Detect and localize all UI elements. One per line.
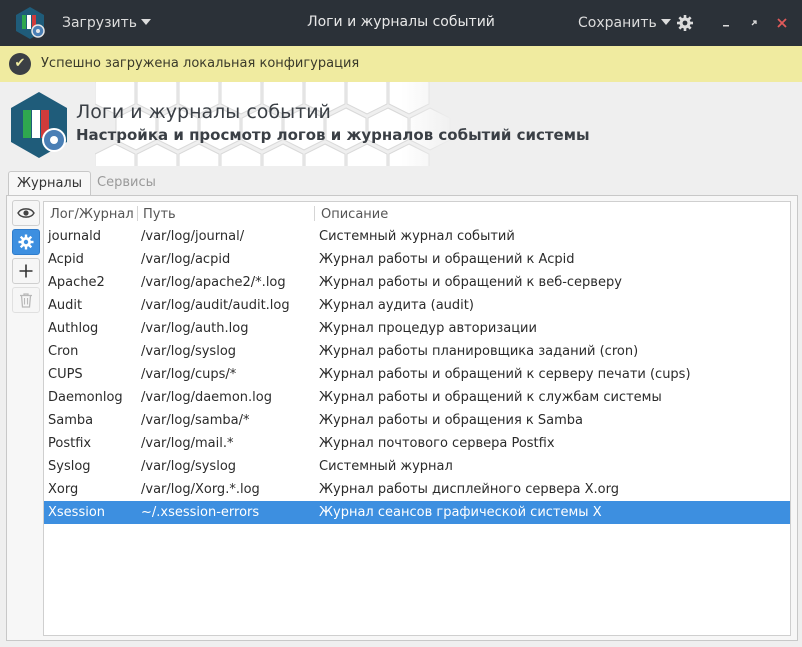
row-name: Syslog bbox=[48, 459, 91, 474]
module-header: Логи и журналы событий Настройка и просм… bbox=[0, 82, 802, 166]
row-description: Системный журнал bbox=[319, 459, 453, 474]
save-menu[interactable]: Сохранить bbox=[578, 15, 671, 31]
row-description: Журнал почтового сервера Postfix bbox=[319, 436, 555, 451]
table-row[interactable]: Acpid /var/log/acpid Журнал работы и обр… bbox=[44, 248, 790, 271]
row-path: /var/log/syslog bbox=[141, 344, 237, 359]
logs-table: Лог/Журнал Путь Описание journald /var/l… bbox=[43, 201, 791, 636]
row-description: Журнал работы дисплейного сервера X.org bbox=[319, 482, 619, 497]
maximize-button[interactable] bbox=[744, 13, 764, 33]
gear-icon bbox=[677, 15, 693, 31]
row-description: Журнал работы и обращений к службам сист… bbox=[319, 390, 662, 405]
row-path: /var/log/daemon.log bbox=[141, 390, 272, 405]
delete-log-button[interactable] bbox=[12, 287, 40, 313]
notification-text: Успешно загружена локальная конфигурация bbox=[41, 56, 360, 71]
row-path: /var/log/Xorg.*.log bbox=[141, 482, 260, 497]
add-log-button[interactable] bbox=[12, 258, 40, 284]
row-description: Журнал работы и обращений к Acpid bbox=[319, 252, 575, 267]
notification-bar: ✔ Успешно загружена локальная конфигурац… bbox=[0, 46, 802, 83]
view-log-button[interactable] bbox=[12, 200, 40, 226]
table-row[interactable]: Apache2 /var/log/apache2/*.log Журнал ра… bbox=[44, 271, 790, 294]
page-title: Логи и журналы событий bbox=[76, 101, 331, 123]
row-name: Xsession bbox=[48, 505, 106, 520]
row-path: ~/.xsession-errors bbox=[141, 505, 260, 520]
eye-icon bbox=[17, 208, 35, 218]
table-row[interactable]: Daemonlog /var/log/daemon.log Журнал раб… bbox=[44, 386, 790, 409]
row-path: /var/log/mail.* bbox=[141, 436, 234, 451]
close-icon bbox=[777, 18, 787, 28]
row-name: Apache2 bbox=[48, 275, 105, 290]
column-divider[interactable] bbox=[314, 206, 315, 221]
row-description: Журнал работы планировщика заданий (cron… bbox=[319, 344, 639, 359]
row-name: Samba bbox=[48, 413, 94, 428]
minimize-button[interactable] bbox=[716, 13, 736, 33]
row-path: /var/log/syslog bbox=[141, 459, 237, 474]
settings-button[interactable] bbox=[675, 13, 695, 33]
tab-journals[interactable]: Журналы bbox=[8, 171, 91, 196]
row-name: Authlog bbox=[48, 321, 99, 336]
column-header-name[interactable]: Лог/Журнал bbox=[50, 207, 134, 222]
minimize-icon bbox=[723, 25, 729, 27]
table-row[interactable]: Postfix /var/log/mail.* Журнал почтового… bbox=[44, 432, 790, 455]
row-name: journald bbox=[48, 229, 101, 244]
maximize-icon bbox=[751, 20, 757, 26]
row-name: Xorg bbox=[48, 482, 79, 497]
load-menu[interactable]: Загрузить bbox=[62, 15, 152, 31]
save-menu-label: Сохранить bbox=[578, 15, 657, 31]
chevron-down-icon bbox=[660, 19, 671, 25]
table-row[interactable]: Syslog /var/log/syslog Системный журнал bbox=[44, 455, 790, 478]
gear-icon bbox=[18, 234, 34, 250]
row-name: Audit bbox=[48, 298, 83, 313]
row-description: Журнал сеансов графической системы X bbox=[319, 505, 602, 520]
row-path: /var/log/apache2/*.log bbox=[141, 275, 286, 290]
table-row[interactable]: Xorg /var/log/Xorg.*.log Журнал работы д… bbox=[44, 478, 790, 501]
table-header: Лог/Журнал Путь Описание bbox=[44, 202, 790, 225]
tab-services[interactable]: Сервисы bbox=[89, 171, 164, 195]
row-name: CUPS bbox=[48, 367, 83, 382]
row-path: /var/log/acpid bbox=[141, 252, 231, 267]
table-row[interactable]: CUPS /var/log/cups/* Журнал работы и обр… bbox=[44, 363, 790, 386]
row-description: Журнал аудита (audit) bbox=[319, 298, 474, 313]
row-name: Cron bbox=[48, 344, 79, 359]
row-path: /var/log/cups/* bbox=[141, 367, 237, 382]
row-description: Журнал работы и обращений к веб-серверу bbox=[319, 275, 622, 290]
row-description: Журнал процедур авторизации bbox=[319, 321, 537, 336]
hexagon-background bbox=[95, 82, 455, 166]
column-header-path[interactable]: Путь bbox=[143, 207, 176, 222]
table-row[interactable]: Cron /var/log/syslog Журнал работы плани… bbox=[44, 340, 790, 363]
close-button[interactable] bbox=[772, 13, 792, 33]
row-name: Daemonlog bbox=[48, 390, 123, 405]
row-path: /var/log/auth.log bbox=[141, 321, 249, 336]
row-path: /var/log/audit/audit.log bbox=[141, 298, 290, 313]
column-divider[interactable] bbox=[137, 206, 138, 221]
trash-icon bbox=[20, 293, 32, 308]
chevron-down-icon bbox=[141, 19, 152, 25]
column-header-description[interactable]: Описание bbox=[321, 207, 388, 222]
row-description: Журнал работы и обращения к Samba bbox=[319, 413, 584, 428]
table-row[interactable]: journald /var/log/journal/ Системный жур… bbox=[44, 225, 790, 248]
row-description: Системный журнал событий bbox=[319, 229, 515, 244]
configure-log-button[interactable] bbox=[12, 229, 40, 255]
row-path: /var/log/journal/ bbox=[141, 229, 245, 244]
row-name: Acpid bbox=[48, 252, 84, 267]
row-description: Журнал работы и обращений к серверу печа… bbox=[319, 367, 691, 382]
table-row-selected[interactable]: Xsession ~/.xsession-errors Журнал сеанс… bbox=[44, 501, 790, 524]
row-name: Postfix bbox=[48, 436, 92, 451]
table-row[interactable]: Authlog /var/log/auth.log Журнал процеду… bbox=[44, 317, 790, 340]
plus-icon bbox=[19, 264, 33, 278]
page-subtitle: Настройка и просмотр логов и журналов со… bbox=[76, 126, 590, 144]
table-row[interactable]: Samba /var/log/samba/* Журнал работы и о… bbox=[44, 409, 790, 432]
window-titlebar: Загрузить Логи и журналы событий Сохрани… bbox=[0, 0, 802, 46]
load-menu-label: Загрузить bbox=[62, 15, 138, 31]
table-row[interactable]: Audit /var/log/audit/audit.log Журнал ау… bbox=[44, 294, 790, 317]
module-logo-icon bbox=[11, 92, 67, 158]
row-path: /var/log/samba/* bbox=[141, 413, 250, 428]
checkmark-icon: ✔ bbox=[9, 53, 31, 75]
app-logo-icon bbox=[16, 7, 45, 39]
